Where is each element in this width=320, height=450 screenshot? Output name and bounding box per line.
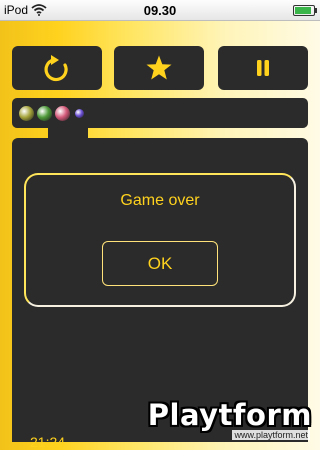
watermark-url: www.playtform.net [232, 430, 310, 440]
star-button[interactable] [114, 46, 204, 90]
ball-icon [55, 106, 70, 121]
watermark: Playtform www.playtform.net [148, 398, 316, 440]
clock-time: 09.30 [143, 3, 177, 18]
timer-label: 21:24 [30, 434, 66, 450]
restart-arrow-icon [44, 55, 68, 82]
star-icon [146, 55, 172, 80]
pause-button[interactable] [218, 46, 308, 90]
next-balls-tray [12, 98, 308, 128]
pause-icon [257, 60, 269, 76]
ball-icon [75, 109, 84, 118]
ok-button[interactable]: OK [102, 241, 218, 286]
game-over-dialog: Game over OK [24, 173, 296, 307]
battery-icon [293, 5, 317, 16]
restart-button[interactable] [12, 46, 102, 90]
ball-icon [37, 106, 52, 121]
ball-icon [19, 106, 34, 121]
watermark-logo: Playtform [147, 398, 312, 432]
battery-level [295, 7, 312, 14]
status-bar: iPod 09.30 [0, 0, 320, 21]
dialog-title: Game over [120, 192, 200, 209]
tray-connector [48, 128, 88, 138]
